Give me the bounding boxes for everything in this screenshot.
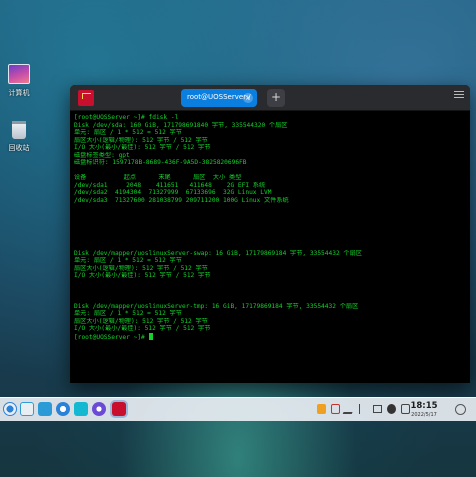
desktop-icon-trash[interactable]: 回收站: [2, 121, 36, 153]
tab-close-icon[interactable]: ×: [243, 93, 253, 103]
desktop-icon-label: 计算机: [8, 89, 30, 97]
taskbar-clock[interactable]: 18:15 2022/5/17: [402, 401, 446, 418]
terminal-line: /dev/sda2 4194304 71327999 67133696 32G …: [74, 189, 272, 197]
store-icon[interactable]: [74, 402, 88, 416]
tab-title: root@UOSServer:/: [187, 93, 251, 101]
taskbar: 18:15 2022/5/17: [0, 397, 476, 421]
bluetooth-icon[interactable]: [359, 404, 368, 414]
desktop-icon-label: 回收站: [8, 144, 30, 152]
terminal-line: [root@UOSServer ~]# fdisk -l: [74, 114, 179, 121]
terminal-line: Disk /dev/mapper/uoslinuxServer-swap: 16…: [74, 249, 362, 257]
terminal-cursor: [148, 332, 153, 340]
terminal-line: [root@UOSServer ~]#: [74, 332, 466, 340]
terminal-line: 磁盘标签类型: gpt: [74, 151, 130, 159]
browser-icon[interactable]: [56, 402, 70, 416]
terminal-line: 扇区大小(逻辑/物理): 512 字节 / 512 字节: [74, 264, 208, 272]
terminal-line: 单元: 扇区 / 1 * 512 = 512 字节: [74, 310, 182, 318]
terminal-line: 扇区大小(逻辑/物理): 512 字节 / 512 字节: [74, 317, 208, 325]
terminal-line: I/O 大小(最小/最佳): 512 字节 / 512 字节: [74, 144, 211, 152]
power-tray-icon[interactable]: [317, 404, 326, 414]
trash-icon: [12, 121, 26, 139]
terminal-line: 磁盘标识符: 1597178B-8689-436F-9A5D-382582069…: [74, 159, 247, 167]
terminal-line: Disk /dev/mapper/uoslinuxServer-tmp: 16 …: [74, 302, 359, 310]
terminal-line: Disk /dev/sda: 160 GiB, 171798691840 字节,…: [74, 121, 288, 129]
settings-icon[interactable]: [92, 402, 106, 416]
menu-icon[interactable]: [454, 91, 464, 101]
add-tab-button[interactable]: +: [267, 89, 285, 107]
terminal-line: I/O 大小(最小/最佳): 512 字节 / 512 字节: [74, 325, 211, 333]
file-manager-icon[interactable]: [38, 402, 52, 416]
terminal-line: 单元: 扇区 / 1 * 512 = 512 字节: [74, 129, 182, 137]
clock-date: 2022/5/17: [411, 412, 437, 418]
terminal-line: /dev/sda1 2048 411651 411648 2G EFI 系统: [74, 181, 266, 189]
terminal-line: I/O 大小(最小/最佳): 512 字节 / 512 字节: [74, 272, 211, 280]
multitask-icon[interactable]: [20, 402, 34, 416]
terminal-line: /dev/sda3 71327600 281038799 209711200 1…: [74, 197, 289, 205]
terminal-output[interactable]: [root@UOSServer ~]# fdisk -l Disk /dev/sd…: [70, 111, 470, 343]
terminal-window[interactable]: root@UOSServer:/ × + [root@UOSServer ~]#…: [70, 85, 470, 383]
volume-icon[interactable]: [387, 404, 396, 414]
tab-root-uosserver[interactable]: root@UOSServer:/ ×: [181, 89, 257, 107]
launcher-icon[interactable]: [3, 402, 17, 416]
clock-time: 18:15: [410, 401, 438, 411]
terminal-line: 扇区大小(逻辑/物理): 512 字节 / 512 字节: [74, 136, 208, 144]
terminal-line: 单元: 扇区 / 1 * 512 = 512 字节: [74, 257, 182, 265]
desktop-icon-computer[interactable]: 计算机: [2, 64, 36, 98]
terminal-line: 设备 起点 末尾 扇区 大小 类型: [74, 174, 242, 182]
terminal-app-icon: [78, 90, 94, 106]
edit-tray-icon[interactable]: [342, 404, 357, 414]
terminal-app-icon[interactable]: [112, 402, 126, 416]
terminal-titlebar[interactable]: root@UOSServer:/ × +: [70, 85, 470, 111]
computer-icon: [8, 64, 30, 84]
display-icon[interactable]: [373, 405, 382, 413]
input-method-icon[interactable]: [331, 404, 340, 414]
notification-icon[interactable]: [455, 404, 466, 415]
